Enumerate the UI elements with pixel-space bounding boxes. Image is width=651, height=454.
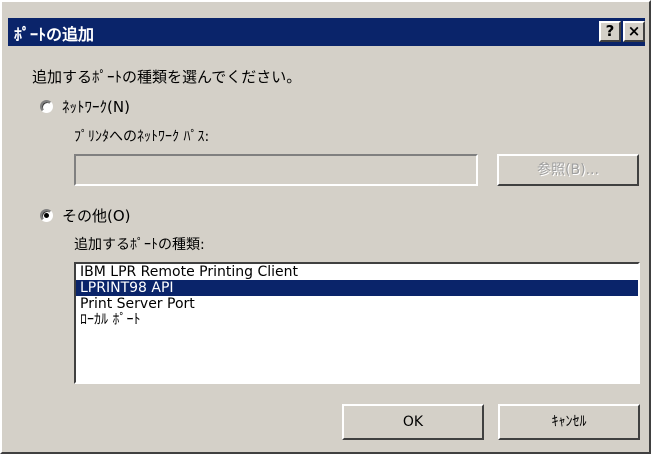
list-item[interactable]: IBM LPR Remote Printing Client [76, 264, 638, 280]
question-mark-icon: ? [605, 22, 615, 40]
list-item[interactable]: ﾛｰｶﾙ ﾎﾟｰﾄ [76, 312, 638, 328]
network-path-input[interactable] [74, 154, 478, 186]
close-icon: × [627, 22, 641, 40]
title-bar[interactable]: ﾎﾟｰﾄの追加 ? × [8, 18, 645, 46]
network-radio[interactable] [40, 100, 53, 113]
cancel-button[interactable]: ｷｬﾝｾﾙ [498, 404, 640, 440]
help-button[interactable]: ? [599, 21, 621, 42]
network-radio-label[interactable]: ﾈｯﾄﾜｰｸ(N) [62, 96, 130, 117]
other-radio-label[interactable]: その他(O) [62, 205, 131, 226]
ok-button[interactable]: OK [342, 404, 484, 440]
other-radio[interactable] [40, 209, 53, 222]
port-type-listbox[interactable]: IBM LPR Remote Printing Client LPRINT98 … [74, 262, 640, 384]
list-item[interactable]: Print Server Port [76, 296, 638, 312]
browse-button[interactable]: 参照(B)... [497, 154, 639, 186]
list-item[interactable]: LPRINT98 API [76, 280, 638, 296]
window-title: ﾎﾟｰﾄの追加 [14, 25, 95, 44]
add-port-dialog: ﾎﾟｰﾄの追加 ? × 追加するﾎﾟｰﾄの種類を選んでください。 ﾈｯﾄﾜｰｸ(… [0, 0, 651, 454]
network-path-label: ﾌﾟﾘﾝﾀへのﾈｯﾄﾜｰｸ ﾊﾟｽ: [74, 129, 210, 145]
port-type-label: 追加するﾎﾟｰﾄの種類: [74, 237, 205, 253]
close-button[interactable]: × [623, 21, 645, 42]
instruction-text: 追加するﾎﾟｰﾄの種類を選んでください。 [32, 68, 302, 86]
